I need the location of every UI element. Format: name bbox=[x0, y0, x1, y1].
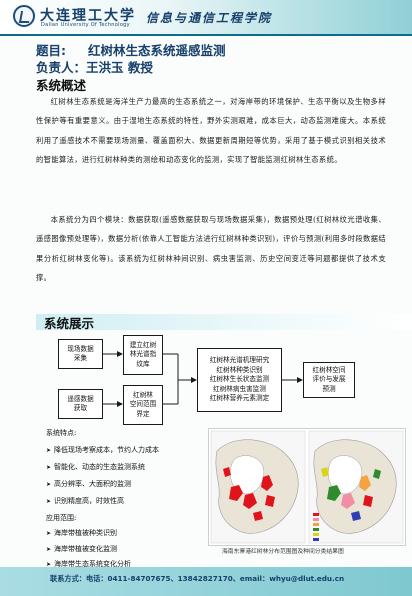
classification-map bbox=[308, 430, 404, 544]
map-figure bbox=[209, 429, 405, 545]
distribution-map bbox=[210, 430, 306, 544]
spectral-lib-line-3: 纹库 bbox=[136, 359, 150, 368]
arrow-bullet-icon: ➤ bbox=[46, 498, 52, 505]
result-line-1: 红树林空间 bbox=[312, 365, 346, 374]
field-collect-line-1: 现场数据 bbox=[67, 344, 94, 353]
application-item: ➤ 海岸带植被变化监测 bbox=[46, 544, 117, 554]
feature-text: 智能化、动态的生态监测系统 bbox=[54, 463, 146, 471]
field-data-collection-box: 现场数据 采集 bbox=[58, 339, 103, 369]
evaluation-prediction-box: 红树林空间 评价与发展 预测 bbox=[303, 362, 355, 398]
rs-data-acquisition-box: 遥感数据 获取 bbox=[58, 389, 103, 419]
person-name: 王洪玉 教授 bbox=[86, 60, 153, 75]
function-line-4: 红树林病虫害监测 bbox=[213, 384, 266, 393]
field-collect-line-2: 采集 bbox=[73, 354, 88, 362]
showcase-heading: 系统展示 bbox=[44, 316, 95, 331]
spectral-library-box: 建立红树 林光谱指 纹库 bbox=[123, 335, 163, 375]
overview-paragraph-1: 红树林生态系统是海洋生产力最高的生态系统之一，对海岸带的环境保护、生态平衡以及生… bbox=[36, 97, 386, 165]
school-name: 信息与通信工程学院 bbox=[146, 11, 273, 25]
project-title: 红树林生态系统遥感监测 bbox=[88, 43, 226, 58]
function-line-5: 红树林营养元素测定 bbox=[209, 394, 270, 403]
application-text: 海岸带植被种类识别 bbox=[54, 529, 118, 537]
header-bar: 大连理工大学 Dalian University Of Technology 信… bbox=[0, 0, 412, 34]
mangrove-distribution-maps bbox=[208, 428, 406, 546]
university-name-en: Dalian University Of Technology bbox=[41, 22, 130, 28]
person-label: 负责人： bbox=[36, 60, 87, 75]
features-heading: 系统特点: bbox=[46, 429, 77, 437]
contact-info: 联系方式：电话：0411-84707675、13842827170、email：… bbox=[50, 574, 345, 583]
arrow-bullet-icon: ➤ bbox=[46, 530, 52, 537]
rs-acquire-line-1: 遥感数据 bbox=[67, 394, 94, 403]
feature-item: ➤ 高分辨率、大面积的监测 bbox=[46, 479, 131, 489]
person-row: 负责人：王洪玉 教授 bbox=[36, 57, 153, 76]
result-line-2: 评价与发展 bbox=[312, 375, 346, 384]
arrow-bullet-icon: ➤ bbox=[46, 447, 52, 454]
overview-paragraph-2: 本系统分为四个模块：数据获取(遥感数据获取与现场数据采集)，数据预处理(红树林纹… bbox=[36, 215, 386, 283]
spatial-extent-line-2: 空间范围 bbox=[129, 400, 157, 409]
spectral-lib-line-1: 建立红树 bbox=[129, 340, 157, 349]
function-line-3: 红树林生长状态监测 bbox=[209, 375, 270, 384]
function-line-2: 红树林种类识别 bbox=[216, 365, 263, 374]
applications-heading: 应用范围: bbox=[46, 514, 77, 522]
poster-page: 大连理工大学 Dalian University Of Technology 信… bbox=[0, 0, 412, 596]
feature-text: 降低现场考察成本，节约人力成本 bbox=[54, 446, 160, 454]
function-line-1: 红树林光谱机理研究 bbox=[209, 356, 270, 365]
application-item: ➤ 海岸带植被种类识别 bbox=[46, 528, 117, 538]
spatial-extent-line-1: 红树林 bbox=[133, 390, 153, 399]
application-text: 海岸带植被变化监测 bbox=[54, 545, 118, 553]
rs-acquire-line-2: 获取 bbox=[73, 404, 88, 412]
analysis-functions-box: 红树林光谱机理研究 红树林种类识别 红树林生长状态监测 红树林病虫害监测 红树林… bbox=[197, 348, 282, 412]
feature-item: ➤ 智能化、动态的生态监测系统 bbox=[46, 462, 145, 472]
spatial-extent-line-3: 界定 bbox=[136, 409, 150, 418]
spatial-extent-box: 红树林 空间范围 界定 bbox=[123, 385, 163, 425]
feature-item: ➤ 降低现场考察成本，节约人力成本 bbox=[46, 445, 159, 455]
arrow-bullet-icon: ➤ bbox=[46, 464, 52, 471]
map-caption: 海南东寨港红树林分布范围图及种间分类结果图 bbox=[222, 549, 344, 555]
university-logo-icon bbox=[13, 5, 35, 27]
spectral-lib-line-2: 林光谱指 bbox=[129, 350, 157, 359]
header-divider bbox=[0, 34, 412, 36]
result-line-3: 预测 bbox=[322, 384, 336, 393]
arrow-bullet-icon: ➤ bbox=[46, 481, 52, 488]
feature-text: 高分辨率、大面积的监测 bbox=[54, 480, 132, 488]
feature-text: 识别精度高，时效性高 bbox=[54, 497, 125, 505]
arrow-bullet-icon: ➤ bbox=[46, 546, 52, 553]
feature-item: ➤ 识别精度高，时效性高 bbox=[46, 496, 124, 506]
